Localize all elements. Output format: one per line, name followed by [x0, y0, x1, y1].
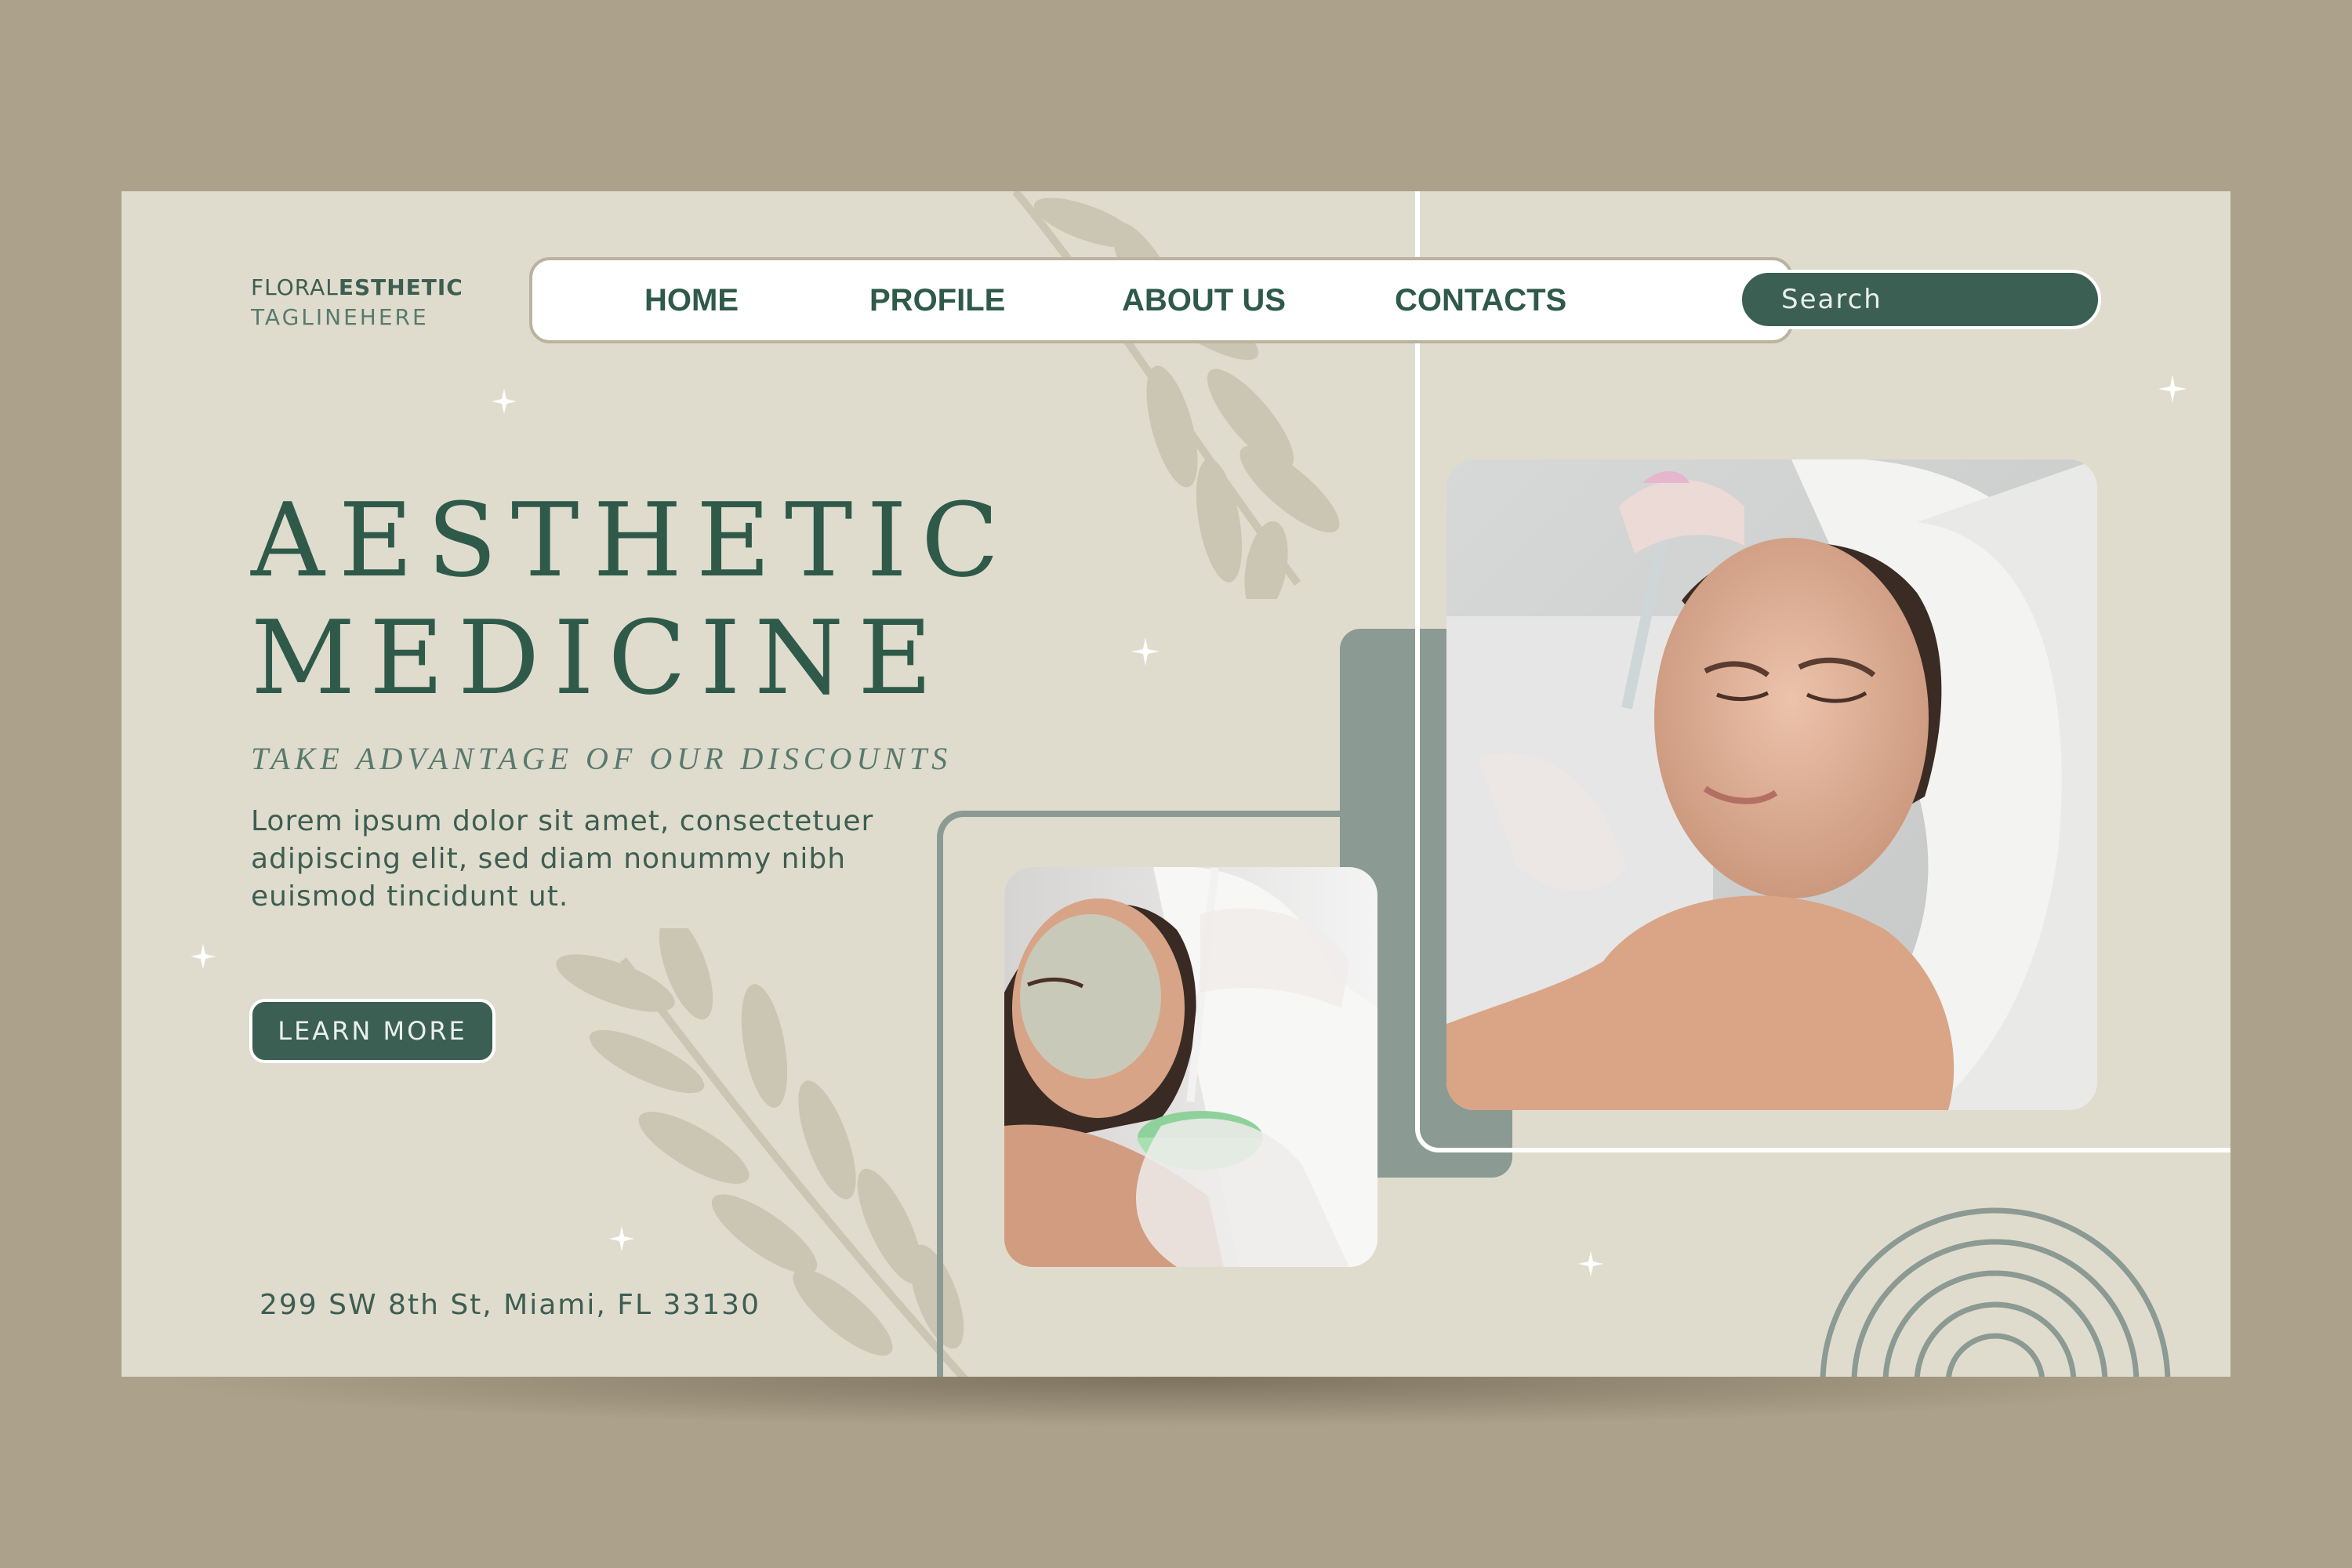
- main-navigation: HOME PROFILE ABOUT US CONTACTS: [529, 257, 1793, 343]
- nav-profile[interactable]: PROFILE: [869, 260, 1005, 340]
- hero-subtitle: TAKE ADVANTAGE OF OUR DISCOUNTS: [251, 741, 953, 776]
- nav-contacts[interactable]: CONTACTS: [1395, 260, 1566, 340]
- hero-title: AESTHETIC MEDICINE: [251, 481, 1013, 717]
- brand-name-bold: ESTHETIC: [338, 274, 463, 300]
- brand-name-light: FLORAL: [251, 274, 339, 300]
- sparkle-icon: [1578, 1251, 1603, 1276]
- search-box: [1739, 270, 2101, 329]
- hero-title-line2: MEDICINE: [251, 598, 947, 717]
- sparkle-icon: [1131, 637, 1160, 666]
- nav-home[interactable]: HOME: [644, 260, 739, 340]
- hero-body-text: Lorem ipsum dolor sit amet, consectetuer…: [251, 805, 874, 913]
- brand-tagline: TAGLINEHERE: [251, 304, 429, 330]
- learn-more-button[interactable]: LEARN MORE: [249, 999, 495, 1063]
- rainbow-arcs-icon: [1820, 1207, 2171, 1377]
- photo-face-mask-treatment: [1004, 867, 1377, 1267]
- hero-title-line1: AESTHETIC: [251, 481, 1014, 600]
- leaf-shadow-top: [968, 191, 1407, 599]
- sparkle-icon: [2158, 375, 2187, 403]
- address-text: 299 SW 8th St, Miami, FL 33130: [260, 1289, 760, 1321]
- nav-about-us[interactable]: ABOUT US: [1122, 260, 1286, 340]
- sparkle-icon: [191, 944, 216, 969]
- photo-facial-injection: [1446, 459, 2097, 1110]
- brand-logo[interactable]: FLORALESTHETIC TAGLINEHERE: [251, 273, 463, 332]
- sparkle-icon: [492, 389, 517, 414]
- sparkle-icon: [609, 1226, 634, 1251]
- landing-page-card: FLORALESTHETIC TAGLINEHERE HOME PROFILE …: [122, 191, 2230, 1377]
- search-input[interactable]: [1742, 273, 2098, 326]
